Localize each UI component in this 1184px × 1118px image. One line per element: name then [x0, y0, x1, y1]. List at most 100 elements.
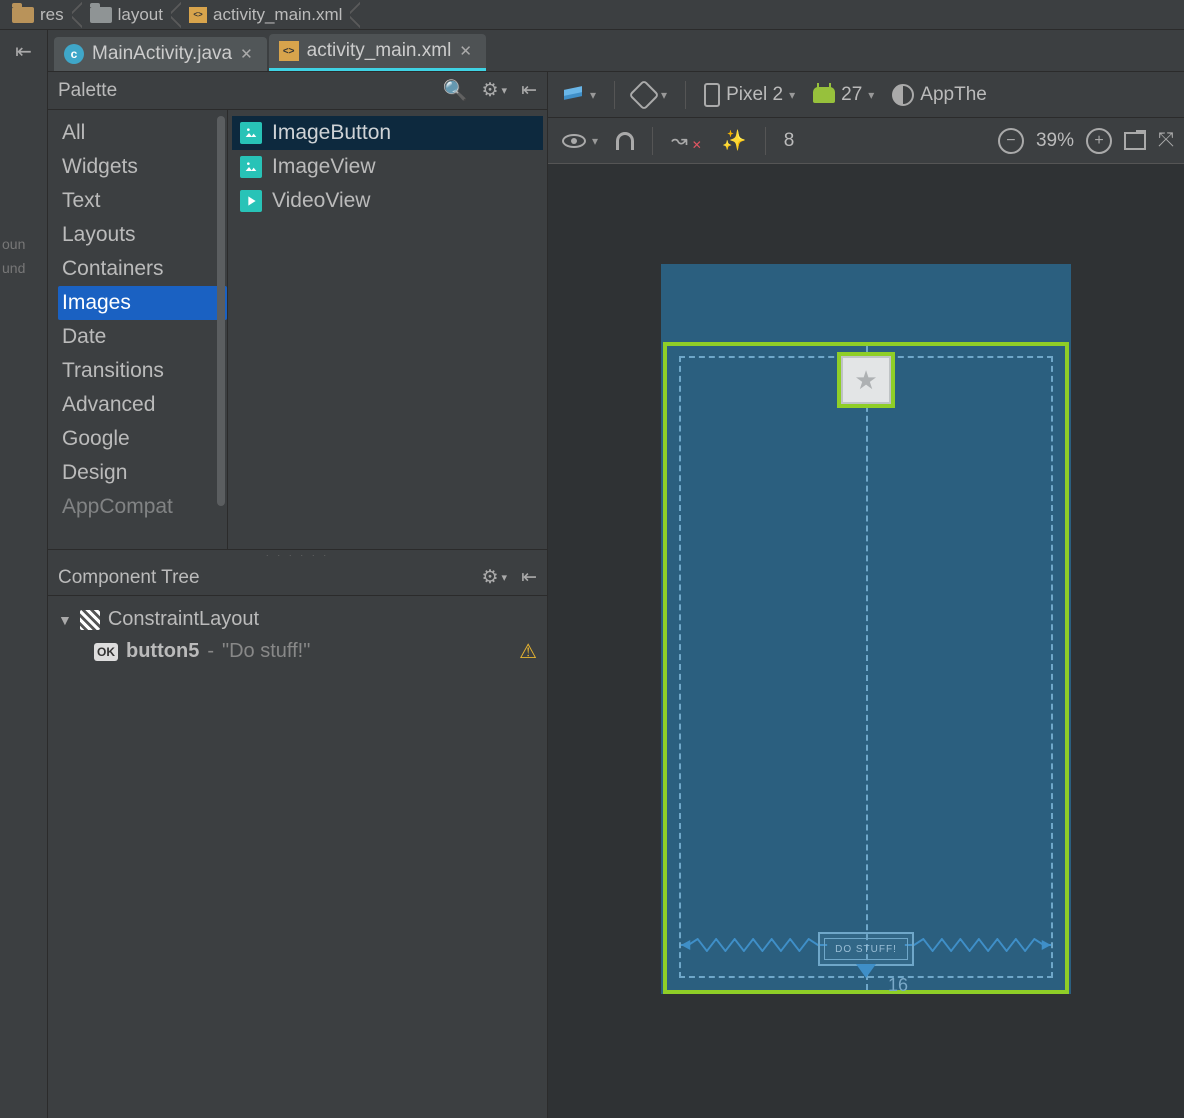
editor-tabs: c MainActivity.java ✕ <> activity_main.x… [48, 30, 1184, 72]
arrow-down-icon [856, 964, 876, 978]
separator [614, 81, 615, 109]
component-tree-title: Component Tree [58, 567, 200, 589]
palette-title: Palette [58, 80, 117, 102]
palette-item-label: ImageButton [272, 121, 391, 145]
tab-main-activity[interactable]: c MainActivity.java ✕ [54, 37, 267, 71]
tab-label: activity_main.xml [307, 40, 452, 62]
palette-cat-text[interactable]: Text [58, 184, 227, 218]
image-icon [240, 122, 262, 144]
default-margin[interactable]: 8 [780, 128, 799, 154]
palette-cat-all[interactable]: All [58, 116, 227, 150]
palette-item-videoview[interactable]: VideoView [232, 184, 543, 218]
chevron-right-icon [171, 1, 181, 29]
star-icon: ★ [854, 365, 877, 396]
breadcrumb-bar: res layout <> activity_main.xml [0, 0, 1184, 30]
image-icon [240, 156, 262, 178]
gear-icon[interactable]: ⚙ [481, 566, 507, 589]
pan-icon[interactable]: ⤧ [1158, 129, 1174, 152]
component-tree-header: Component Tree ⚙ ⇤ [48, 560, 547, 596]
scrollbar-thumb[interactable] [217, 116, 225, 506]
hide-panel-icon[interactable]: ⇤ [15, 39, 32, 64]
palette-cat-design[interactable]: Design [58, 456, 227, 490]
palette-cat-appcompat[interactable]: AppCompat [58, 490, 227, 524]
palette-cat-widgets[interactable]: Widgets [58, 150, 227, 184]
phone-icon [704, 83, 720, 107]
design-surface-toggle[interactable] [558, 82, 600, 108]
tab-label: MainActivity.java [92, 43, 232, 65]
palette-cat-google[interactable]: Google [58, 422, 227, 456]
canvas-image-button[interactable]: ★ [837, 352, 895, 408]
palette-body: All Widgets Text Layouts Containers Imag… [48, 110, 547, 550]
palette-cat-advanced[interactable]: Advanced [58, 388, 227, 422]
zoom-in-button[interactable]: + [1086, 128, 1112, 154]
design-toolbar-sub: ↝✕ ✨ 8 − 39% + ⤧ [548, 118, 1184, 164]
view-options[interactable] [558, 132, 602, 150]
chevron-right-icon [72, 1, 82, 29]
palette-header: Palette 🔍 ⚙ ⇤ [48, 72, 547, 110]
tool-window-bar: oun und [0, 72, 48, 1118]
constraint-layout-icon [80, 610, 100, 630]
breadcrumb-layout-label: layout [118, 5, 163, 25]
hide-panel-icon[interactable]: ⇤ [521, 566, 537, 589]
separator [685, 81, 686, 109]
zoom-out-button[interactable]: − [998, 128, 1024, 154]
tree-root-row[interactable]: ▼ ConstraintLayout [58, 604, 537, 635]
zoom-to-fit-icon[interactable] [1124, 132, 1146, 150]
canvas-button5[interactable]: DO STUFF! [818, 932, 914, 966]
design-editor: Pixel 2 27 AppThe ↝✕ ✨ 8 − 39% + [548, 72, 1184, 1118]
api-label: 27 [841, 84, 862, 106]
java-file-icon: c [64, 44, 84, 64]
xml-file-icon: <> [279, 41, 299, 61]
close-icon[interactable]: ✕ [240, 45, 253, 63]
search-icon[interactable]: 🔍 [443, 78, 468, 103]
palette-item-imagebutton[interactable]: ImageButton [232, 116, 543, 150]
palette-categories[interactable]: All Widgets Text Layouts Containers Imag… [48, 110, 228, 549]
margin-value: 16 [888, 975, 908, 996]
center-guideline [866, 346, 868, 990]
palette-cat-containers[interactable]: Containers [58, 252, 227, 286]
palette-item-label: ImageView [272, 155, 376, 179]
truncated-text: oun [0, 232, 47, 256]
theme-icon [892, 84, 914, 106]
blueprint-root[interactable]: ★ DO STUFF! [663, 342, 1069, 994]
zoom-percent[interactable]: 39% [1036, 130, 1074, 152]
magnet-icon [616, 132, 634, 150]
palette-cat-transitions[interactable]: Transitions [58, 354, 227, 388]
warning-icon[interactable]: ⚠ [519, 639, 537, 664]
theme-selector[interactable]: AppThe [888, 82, 991, 108]
hide-panel-icon[interactable]: ⇤ [521, 79, 537, 102]
device-label: Pixel 2 [726, 84, 783, 106]
infer-constraints[interactable]: ✨ [718, 126, 751, 155]
tree-child-text: "Do stuff!" [222, 640, 310, 663]
api-selector[interactable]: 27 [809, 82, 878, 108]
design-canvas[interactable]: ★ DO STUFF! [548, 164, 1184, 1118]
breadcrumb-file[interactable]: <> activity_main.xml [181, 5, 350, 25]
tree-root-label: ConstraintLayout [108, 608, 259, 631]
resize-grip[interactable]: · · · · · · [48, 550, 547, 560]
video-icon [240, 190, 262, 212]
expand-icon[interactable]: ▼ [58, 612, 72, 628]
gear-icon[interactable]: ⚙ [481, 79, 507, 102]
close-icon[interactable]: ✕ [459, 42, 472, 60]
theme-label: AppThe [920, 84, 987, 106]
orientation-button[interactable] [629, 82, 671, 108]
tree-child-row[interactable]: OK button5 - "Do stuff!" ⚠ [58, 635, 537, 668]
breadcrumb-res-label: res [40, 5, 64, 25]
breadcrumb-layout[interactable]: layout [82, 5, 171, 25]
palette-cat-images[interactable]: Images [58, 286, 227, 320]
autoconnect-toggle[interactable] [612, 130, 638, 152]
breadcrumb-file-label: activity_main.xml [213, 5, 342, 25]
layers-icon [562, 84, 584, 106]
tab-activity-xml[interactable]: <> activity_main.xml ✕ [269, 34, 486, 71]
breadcrumb-res[interactable]: res [4, 5, 72, 25]
clear-constraints[interactable]: ↝✕ [667, 126, 708, 155]
palette-item-imageview[interactable]: ImageView [232, 150, 543, 184]
palette-cat-layouts[interactable]: Layouts [58, 218, 227, 252]
component-tree: ▼ ConstraintLayout OK button5 - "Do stuf… [48, 596, 547, 1118]
separator [652, 127, 653, 155]
device-selector[interactable]: Pixel 2 [700, 81, 799, 109]
eye-icon [562, 134, 586, 148]
folder-icon [12, 7, 34, 23]
ok-badge: OK [94, 643, 118, 661]
palette-cat-date[interactable]: Date [58, 320, 227, 354]
